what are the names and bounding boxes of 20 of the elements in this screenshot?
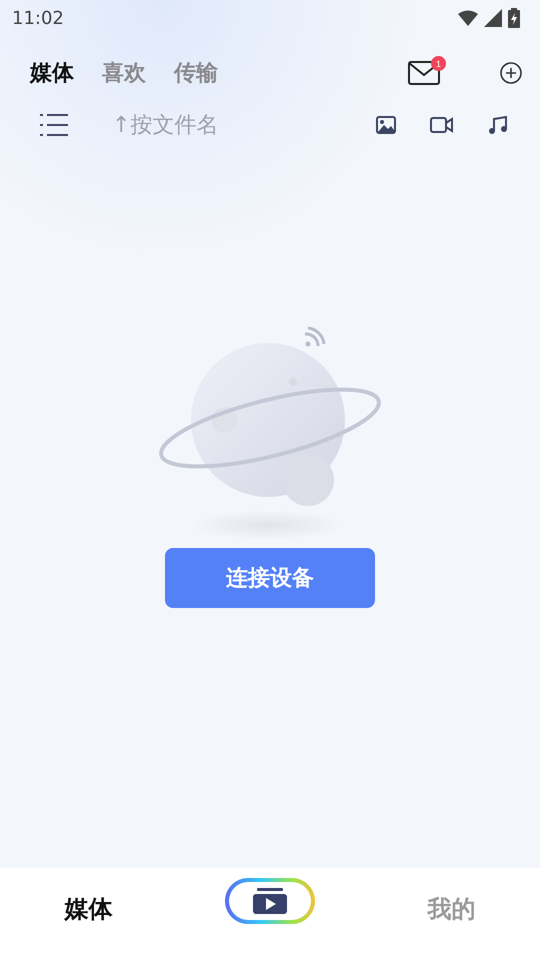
signal-icon: [484, 9, 502, 27]
sort-label[interactable]: ↑按文件名: [112, 110, 218, 140]
nav-tab[interactable]: 我的: [412, 893, 492, 925]
notification-badge: 1: [431, 56, 446, 71]
tab[interactable]: 媒体: [30, 58, 74, 88]
play-icon: [252, 888, 287, 914]
mail-icon[interactable]: [408, 61, 440, 85]
status-time: 11:02: [12, 8, 64, 28]
video-camera-icon[interactable]: [430, 117, 454, 133]
tab[interactable]: 喜欢: [102, 58, 146, 88]
list-icon[interactable]: [40, 113, 68, 137]
battery-icon: [508, 8, 520, 28]
connect-device-button[interactable]: 连接设备: [165, 548, 375, 608]
wifi-icon: [458, 10, 478, 26]
music-note-icon[interactable]: [488, 115, 508, 135]
player-button[interactable]: [224, 878, 315, 924]
nav-tab[interactable]: 媒体: [48, 893, 128, 925]
add-icon[interactable]: [500, 62, 522, 84]
image-icon[interactable]: [376, 116, 396, 134]
tab[interactable]: 传输: [174, 58, 218, 88]
